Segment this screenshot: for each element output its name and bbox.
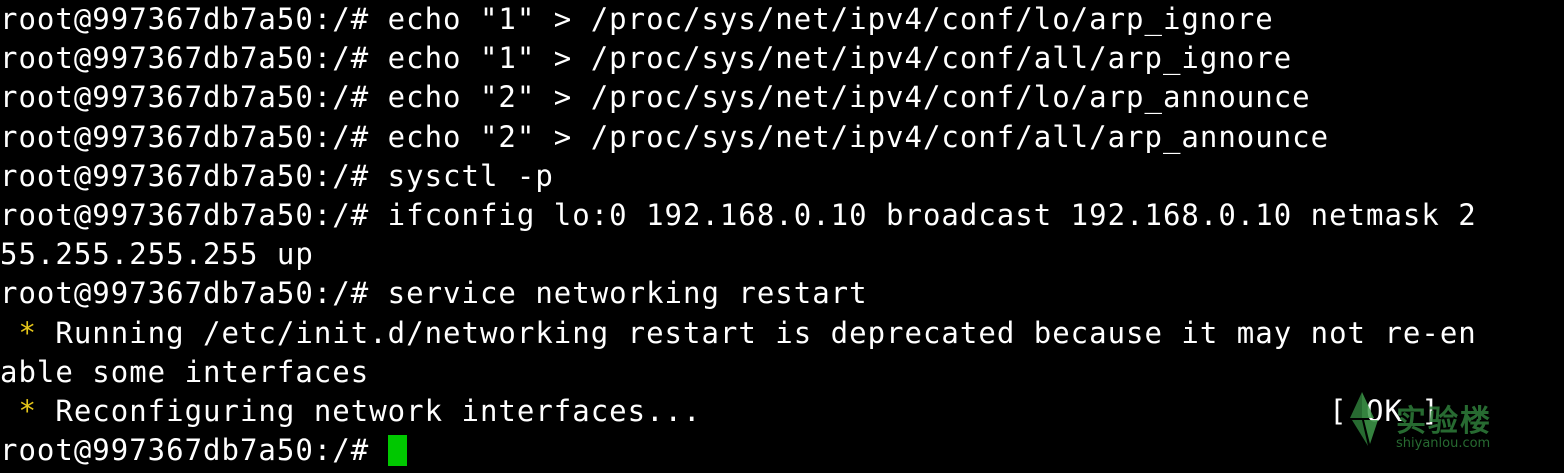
- terminal-line: root@997367db7a50:/# echo "1" > /proc/sy…: [0, 2, 1274, 36]
- terminal-output: root@997367db7a50:/# echo "1" > /proc/sy…: [0, 0, 1564, 470]
- terminal-line: root@997367db7a50:/# echo "2" > /proc/sy…: [0, 119, 1330, 154]
- terminal-line: 55.255.255.255 up: [0, 237, 314, 272]
- terminal-cursor[interactable]: [387, 434, 407, 466]
- terminal-line: * Running /etc/init.d/networking restart…: [0, 314, 1564, 353]
- line-text: Reconfiguring network interfaces... [ OK…: [36, 393, 1440, 428]
- terminal-line: root@997367db7a50:/# sysctl -p: [0, 158, 554, 193]
- terminal-line: root@997367db7a50:/# echo "2" > /proc/sy…: [0, 80, 1311, 115]
- watermark: 实验楼 shiyanlou.com: [1340, 378, 1540, 458]
- terminal-prompt-line[interactable]: root@997367db7a50:/#: [0, 431, 1564, 470]
- watermark-title: 实验楼: [1396, 404, 1492, 439]
- line-text: Running /etc/init.d/networking restart i…: [36, 315, 1477, 350]
- bullet-star: *: [0, 393, 37, 428]
- terminal-line: * Reconfiguring network interfaces... [ …: [0, 392, 1564, 431]
- leaf-logo-icon: [1350, 392, 1378, 446]
- terminal-line: root@997367db7a50:/# echo "1" > /proc/sy…: [0, 41, 1293, 76]
- terminal-line: able some interfaces: [0, 354, 370, 389]
- terminal-line: root@997367db7a50:/# ifconfig lo:0 192.1…: [0, 197, 1477, 232]
- watermark-subtitle: shiyanlou.com: [1396, 436, 1491, 451]
- bullet-star: *: [0, 315, 37, 350]
- prompt-text: root@997367db7a50:/#: [0, 433, 388, 468]
- terminal-window[interactable]: root@997367db7a50:/# echo "1" > /proc/sy…: [0, 0, 1564, 473]
- terminal-line: root@997367db7a50:/# service networking …: [0, 276, 868, 311]
